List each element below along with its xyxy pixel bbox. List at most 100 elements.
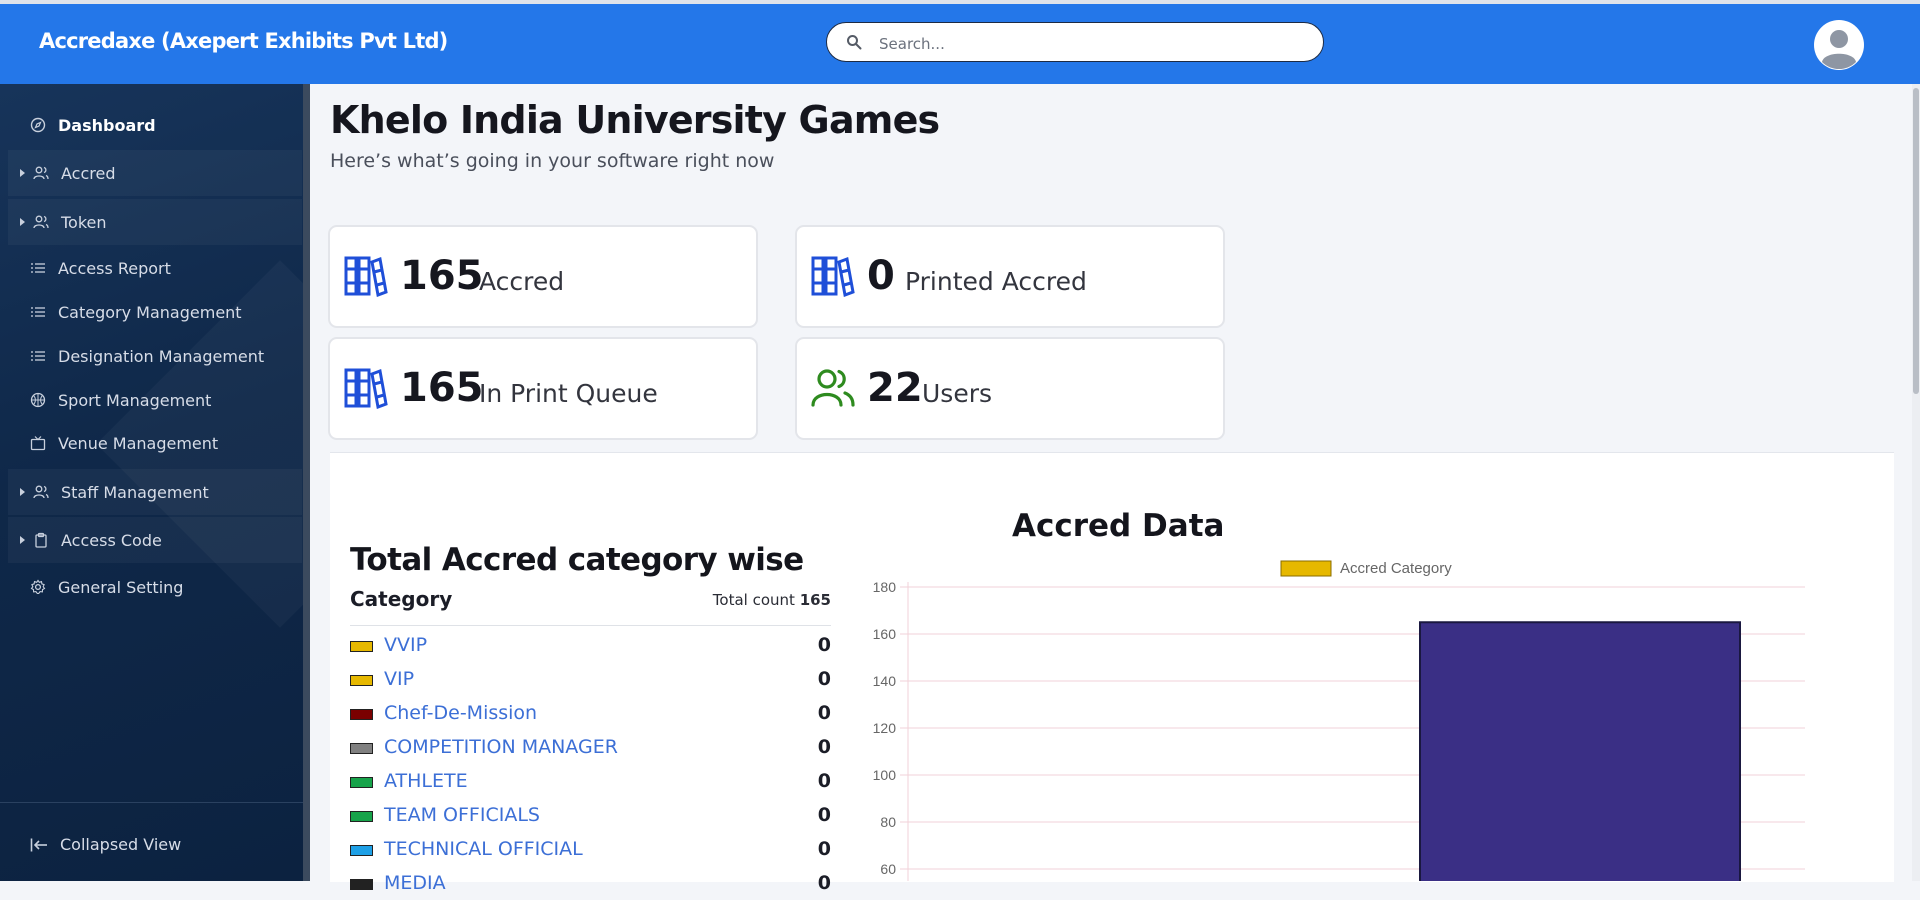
stat-label: Printed Accred bbox=[905, 267, 1087, 296]
category-color-swatch bbox=[350, 743, 373, 754]
sidebar-item-label: Sport Management bbox=[58, 390, 212, 410]
sidebar-item-label: Access Code bbox=[61, 530, 162, 550]
caret-right-icon bbox=[20, 169, 25, 177]
stat-value: 0 bbox=[867, 253, 895, 299]
y-tick-label: 160 bbox=[873, 626, 897, 642]
category-row[interactable]: Chef-De-Mission 0 bbox=[350, 700, 831, 730]
category-name[interactable]: MEDIA bbox=[384, 872, 446, 894]
legend-label: Accred Category bbox=[1340, 560, 1452, 577]
caret-right-icon bbox=[20, 536, 25, 544]
sidebar-item-label: Staff Management bbox=[61, 482, 209, 502]
stat-value: 165 bbox=[400, 253, 484, 299]
category-count: 0 bbox=[817, 838, 831, 860]
stat-label: In Print Queue bbox=[479, 379, 658, 408]
category-table-header: Category Total count 165 bbox=[350, 587, 831, 626]
gear-icon bbox=[30, 579, 46, 595]
sidebar-item-access-report[interactable]: Access Report bbox=[8, 245, 302, 291]
y-tick-label: 100 bbox=[873, 767, 897, 783]
category-name[interactable]: TECHNICAL OFFICIAL bbox=[384, 838, 583, 860]
stat-value: 165 bbox=[400, 365, 484, 411]
top-header: Accredaxe (Axepert Exhibits Pvt Ltd) bbox=[0, 0, 1920, 84]
stat-card-printed-accred[interactable]: 0 Printed Accred bbox=[795, 225, 1225, 328]
search-box[interactable] bbox=[826, 22, 1324, 62]
sidebar-item-staff-management[interactable]: Staff Management bbox=[8, 469, 302, 515]
stat-label: Accred bbox=[479, 267, 565, 296]
search-icon bbox=[847, 35, 862, 50]
user-avatar-icon bbox=[1815, 21, 1863, 70]
category-count: 0 bbox=[817, 872, 831, 894]
sidebar-item-label: General Setting bbox=[58, 577, 184, 597]
total-count-value: 165 bbox=[799, 591, 831, 609]
total-count-label: Total count bbox=[712, 591, 795, 609]
brand-title[interactable]: Accredaxe (Axepert Exhibits Pvt Ltd) bbox=[39, 29, 448, 53]
sidebar-item-label: Designation Management bbox=[58, 346, 265, 366]
scrollbar-thumb[interactable] bbox=[1913, 88, 1919, 394]
sidebar-item-label: Token bbox=[61, 212, 107, 232]
category-count: 0 bbox=[817, 634, 831, 656]
caret-right-icon bbox=[20, 488, 25, 496]
stat-label: Users bbox=[922, 379, 993, 408]
sidebar: Dashboard Accred Token Access Report Cat… bbox=[0, 84, 310, 881]
page-title: Khelo India University Games bbox=[330, 98, 940, 142]
list-icon bbox=[31, 263, 45, 273]
sidebar-item-label: Category Management bbox=[58, 302, 242, 322]
sidebar-item-designation-management[interactable]: Designation Management bbox=[8, 333, 302, 379]
category-count: 0 bbox=[817, 770, 831, 792]
users-icon bbox=[33, 485, 49, 499]
books-icon bbox=[344, 256, 388, 297]
category-color-swatch bbox=[350, 845, 373, 856]
sidebar-item-label: Accred bbox=[61, 163, 116, 183]
sidebar-item-category-management[interactable]: Category Management bbox=[8, 289, 302, 335]
category-count: 0 bbox=[817, 736, 831, 758]
y-tick-label: 60 bbox=[880, 861, 896, 877]
y-tick-label: 180 bbox=[873, 579, 897, 595]
page-subtitle: Here’s what’s going in your software rig… bbox=[330, 150, 775, 172]
sidebar-item-token[interactable]: Token bbox=[8, 199, 302, 245]
compass-icon bbox=[30, 117, 46, 133]
stat-card-users[interactable]: 22 Users bbox=[795, 337, 1225, 440]
chart-bar bbox=[1419, 621, 1741, 881]
ball-icon bbox=[30, 392, 46, 408]
clipboard-icon bbox=[35, 532, 47, 548]
category-row[interactable]: MEDIA 0 bbox=[350, 870, 831, 900]
category-color-swatch bbox=[350, 641, 373, 652]
sidebar-item-access-code[interactable]: Access Code bbox=[8, 517, 302, 563]
sidebar-item-sport-management[interactable]: Sport Management bbox=[8, 377, 302, 423]
legend-swatch bbox=[1280, 560, 1332, 577]
search-input[interactable] bbox=[877, 32, 1301, 56]
category-row[interactable]: COMPETITION MANAGER 0 bbox=[350, 734, 831, 764]
stat-card-print-queue[interactable]: 165 In Print Queue bbox=[328, 337, 758, 440]
users-icon bbox=[811, 369, 855, 407]
category-name[interactable]: COMPETITION MANAGER bbox=[384, 736, 618, 758]
collapse-view-button[interactable]: Collapsed View bbox=[0, 802, 303, 881]
sidebar-item-accred[interactable]: Accred bbox=[8, 150, 302, 196]
category-color-swatch bbox=[350, 777, 373, 788]
category-name[interactable]: VIP bbox=[384, 668, 414, 690]
collapse-view-label: Collapsed View bbox=[60, 835, 182, 854]
user-avatar[interactable] bbox=[1814, 20, 1864, 70]
users-icon bbox=[33, 166, 49, 180]
sidebar-item-venue-management[interactable]: Venue Management bbox=[8, 420, 302, 466]
y-tick-label: 140 bbox=[873, 673, 897, 689]
category-row[interactable]: VVIP 0 bbox=[350, 632, 831, 662]
category-name[interactable]: ATHLETE bbox=[384, 770, 468, 792]
category-color-swatch bbox=[350, 709, 373, 720]
books-icon bbox=[811, 256, 855, 297]
category-name[interactable]: Chef-De-Mission bbox=[384, 702, 537, 724]
category-name[interactable]: VVIP bbox=[384, 634, 427, 656]
category-section-title: Total Accred category wise bbox=[350, 542, 804, 578]
sidebar-item-dashboard[interactable]: Dashboard bbox=[8, 102, 302, 148]
sidebar-item-general-setting[interactable]: General Setting bbox=[8, 564, 302, 610]
category-color-swatch bbox=[350, 675, 373, 686]
category-row[interactable]: TEAM OFFICIALS 0 bbox=[350, 802, 831, 832]
category-name[interactable]: TEAM OFFICIALS bbox=[384, 804, 540, 826]
stat-card-accred[interactable]: 165 Accred bbox=[328, 225, 758, 328]
y-tick-label: 120 bbox=[873, 720, 897, 736]
category-row[interactable]: VIP 0 bbox=[350, 666, 831, 696]
category-row[interactable]: TECHNICAL OFFICIAL 0 bbox=[350, 836, 831, 866]
total-count: Total count 165 bbox=[713, 591, 831, 609]
accred-bar-chart: Accred Category 180 160 140 120 100 80 60 bbox=[873, 560, 1805, 881]
category-row[interactable]: ATHLETE 0 bbox=[350, 768, 831, 798]
sidebar-item-label: Access Report bbox=[58, 258, 171, 278]
category-count: 0 bbox=[817, 702, 831, 724]
